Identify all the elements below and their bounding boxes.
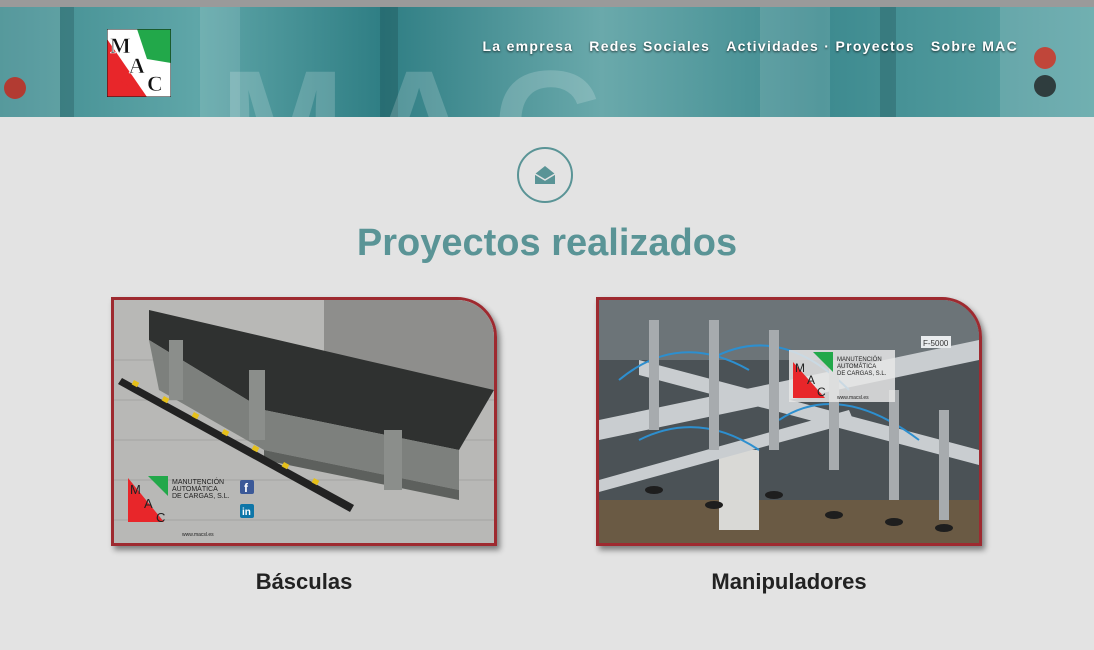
svg-text:F-5000: F-5000 (923, 339, 949, 348)
svg-text:A: A (807, 373, 815, 387)
nav-link-la-empresa[interactable]: La empresa (482, 38, 573, 54)
banner-panel (0, 7, 60, 117)
envelope-open-icon (534, 166, 556, 184)
svg-text:www.macsl.es: www.macsl.es (837, 395, 869, 401)
main-nav: La empresa Redes Sociales Actividades · … (482, 38, 1018, 54)
svg-text:C: C (147, 71, 163, 96)
mac-logo[interactable]: M A C (107, 29, 171, 97)
svg-text:DE CARGAS, S.L.: DE CARGAS, S.L. (837, 371, 887, 377)
project-image-manipuladores: F-5000 M A C MANUTENCIÓN AUTOMÁTICA DE C… (599, 300, 979, 543)
svg-text:C: C (817, 385, 826, 399)
svg-text:C: C (156, 510, 165, 525)
svg-text:M: M (795, 361, 805, 375)
section-icon-circle (517, 147, 573, 203)
banner-lamp (4, 77, 26, 99)
nav-link-sobre-mac[interactable]: Sobre MAC (931, 38, 1018, 54)
banner-beam (60, 7, 74, 117)
svg-text:A: A (129, 53, 145, 78)
project-card-basculas[interactable]: M A C MANUTENCIÓN AUTOMÁTICA DE CARGAS, … (111, 297, 497, 546)
project-card-manipuladores[interactable]: F-5000 M A C MANUTENCIÓN AUTOMÁTICA DE C… (596, 297, 982, 546)
nav-link-actividades-proyectos[interactable]: Actividades · Proyectos (726, 38, 915, 54)
facebook-icon[interactable]: f (240, 480, 254, 495)
banner-panel (760, 7, 830, 117)
linkedin-icon[interactable]: in (240, 504, 254, 518)
header-banner: MAC M A C La empresa Redes Sociales Acti… (0, 7, 1094, 117)
project-image-basculas: M A C MANUTENCIÓN AUTOMÁTICA DE CARGAS, … (114, 300, 494, 543)
svg-text:M: M (130, 482, 141, 497)
project-caption-basculas[interactable]: Básculas (111, 569, 497, 595)
banner-lamp (1034, 47, 1056, 69)
svg-text:AUTOMÁTICA: AUTOMÁTICA (172, 484, 218, 493)
svg-text:in: in (242, 507, 251, 518)
project-caption-manipuladores[interactable]: Manipuladores (596, 569, 982, 595)
top-bar (0, 0, 1094, 7)
banner-beam (880, 7, 896, 117)
svg-text:MANUTENCIÓN: MANUTENCIÓN (837, 356, 882, 363)
svg-text:DE CARGAS, S.L.: DE CARGAS, S.L. (172, 493, 230, 500)
svg-text:www.macsl.es: www.macsl.es (182, 532, 214, 538)
svg-text:A: A (144, 496, 153, 511)
page-title: Proyectos realizados (356, 222, 738, 264)
banner-lamp (1034, 75, 1056, 97)
svg-text:MANUTENCIÓN: MANUTENCIÓN (172, 477, 224, 486)
nav-link-redes-sociales[interactable]: Redes Sociales (589, 38, 710, 54)
svg-text:M: M (110, 33, 131, 58)
svg-text:AUTOMÁTICA: AUTOMÁTICA (837, 363, 876, 370)
